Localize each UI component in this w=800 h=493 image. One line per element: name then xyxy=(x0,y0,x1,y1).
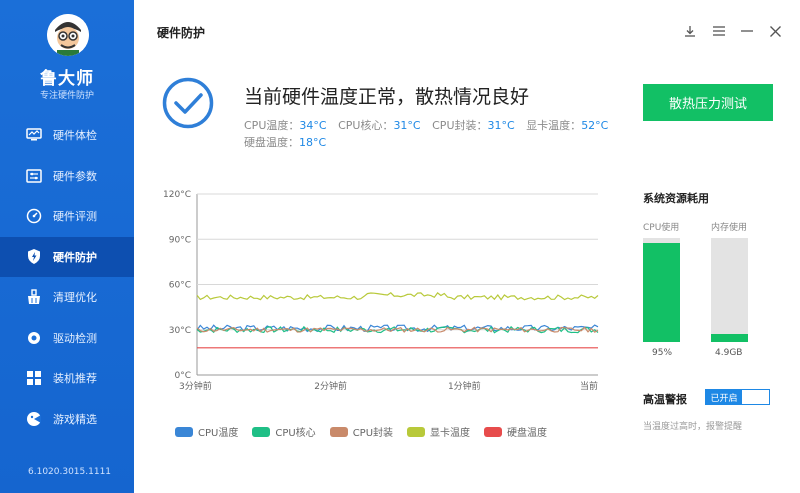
sidebar-item-cleanup[interactable]: 清理优化 xyxy=(0,277,134,318)
x-tick-label: 1分钟前 xyxy=(448,380,481,392)
high-temp-alarm-toggle[interactable]: 已开启 xyxy=(705,389,770,405)
sidebar-item-label: 硬件评测 xyxy=(53,210,97,224)
y-tick-label: 60°C xyxy=(169,281,191,291)
sidebar-item-hardware-benchmark[interactable]: 硬件评测 xyxy=(0,196,134,237)
x-tick-label: 2分钟前 xyxy=(314,380,347,392)
brand-name: 鲁大师 xyxy=(40,69,94,89)
y-tick-label: 30°C xyxy=(169,326,191,336)
sidebar-item-hardware-protection[interactable]: 硬件防护 xyxy=(0,236,134,277)
version-text: 6.1020.3015.1111 xyxy=(28,467,112,477)
series-line-3 xyxy=(196,292,599,301)
sidebar-item-label: 装机推荐 xyxy=(53,372,97,386)
gpu-temp: 显卡温度：52°C xyxy=(526,119,609,132)
close-icon[interactable] xyxy=(766,22,784,40)
legend-item: CPU温度 xyxy=(175,424,238,439)
legend-item: CPU封装 xyxy=(329,424,393,439)
legend-item: 硬盘温度 xyxy=(484,424,547,439)
y-tick-label: 120°C xyxy=(163,190,191,200)
avatar xyxy=(47,14,89,56)
gamepad-icon xyxy=(25,410,43,428)
high-temp-alarm-title: 高温警报 xyxy=(643,393,687,406)
broom-icon xyxy=(25,288,43,306)
minimize-icon[interactable] xyxy=(738,22,756,40)
toggle-on-label: 已开启 xyxy=(706,390,742,404)
shield-icon xyxy=(25,248,43,266)
sidebar-item-label: 驱动检测 xyxy=(53,331,97,345)
grid-icon xyxy=(25,369,43,387)
cpu-usage-value: 95% xyxy=(652,348,673,358)
sidebar-item-label: 硬件体检 xyxy=(53,129,97,143)
chart-legend: CPU温度 CPU核心 CPU封装 显卡温度 硬盘温度 xyxy=(175,424,561,439)
sidebar-item-label: 游戏精选 xyxy=(53,412,97,426)
sidebar-item-label: 硬件参数 xyxy=(53,169,97,183)
sidebar-item-game-picks[interactable]: 游戏精选 xyxy=(0,399,134,440)
page-title: 硬件防护 xyxy=(157,26,206,40)
gauge-icon xyxy=(25,207,43,225)
y-tick-label: 0°C xyxy=(174,371,191,381)
sidebar-item-driver-check[interactable]: 驱动检测 xyxy=(0,318,134,359)
download-icon[interactable] xyxy=(681,22,699,40)
sidebar-item-label: 硬件防护 xyxy=(53,250,97,264)
temperature-readouts: CPU温度：34°C CPU核心：31°C CPU封装：31°C 显卡温度：52… xyxy=(244,117,624,151)
sidebar-item-hardware-checkup[interactable]: 硬件体检 xyxy=(0,115,134,156)
sidebar: 鲁大师 专注硬件防护 硬件体检 硬件参数 硬件评测 硬件防护 清理优化 驱动检测… xyxy=(0,0,134,493)
cpu-package-temp: CPU封装：31°C xyxy=(432,119,515,132)
x-tick-label: 3分钟前 xyxy=(179,380,212,392)
cpu-temp: CPU温度：34°C xyxy=(244,119,327,132)
sidebar-item-label: 清理优化 xyxy=(53,291,97,305)
legend-item: CPU核心 xyxy=(252,424,316,439)
cpu-core-temp: CPU核心：31°C xyxy=(338,119,421,132)
cpu-usage-label: CPU使用 xyxy=(643,223,680,233)
brand-slogan: 专注硬件防护 xyxy=(39,91,94,101)
x-tick-label: 当前 xyxy=(580,380,598,392)
gear-icon xyxy=(25,329,43,347)
disk-temp: 硬盘温度：18°C xyxy=(244,136,327,149)
sidebar-item-build-recommend[interactable]: 装机推荐 xyxy=(0,358,134,399)
status-headline: 当前硬件温度正常，散热情况良好 xyxy=(244,86,530,108)
monitor-icon xyxy=(25,126,43,144)
status-check-icon xyxy=(162,77,214,129)
sidebar-item-hardware-params[interactable]: 硬件参数 xyxy=(0,156,134,197)
sidebar-nav: 硬件体检 硬件参数 硬件评测 硬件防护 清理优化 驱动检测 装机推荐 游戏精选 xyxy=(0,115,134,439)
sliders-icon xyxy=(25,167,43,185)
y-tick-label: 90°C xyxy=(169,235,191,245)
memory-usage-value: 4.9GB xyxy=(715,348,743,358)
temperature-chart: 0°C 30°C 60°C 90°C 120°C 3分钟前 2分钟前 1分钟前 当前 xyxy=(163,190,599,392)
legend-item: 显卡温度 xyxy=(407,424,470,439)
stress-test-button[interactable]: 散热压力测试 xyxy=(643,84,773,121)
resource-usage-title: 系统资源耗用 xyxy=(643,192,709,205)
cpu-usage-bar xyxy=(643,238,680,342)
alarm-description: 当温度过高时，报警提醒 xyxy=(643,422,743,432)
menu-icon[interactable] xyxy=(710,22,728,40)
memory-usage-label: 内存使用 xyxy=(711,223,748,233)
memory-usage-bar xyxy=(711,238,748,342)
